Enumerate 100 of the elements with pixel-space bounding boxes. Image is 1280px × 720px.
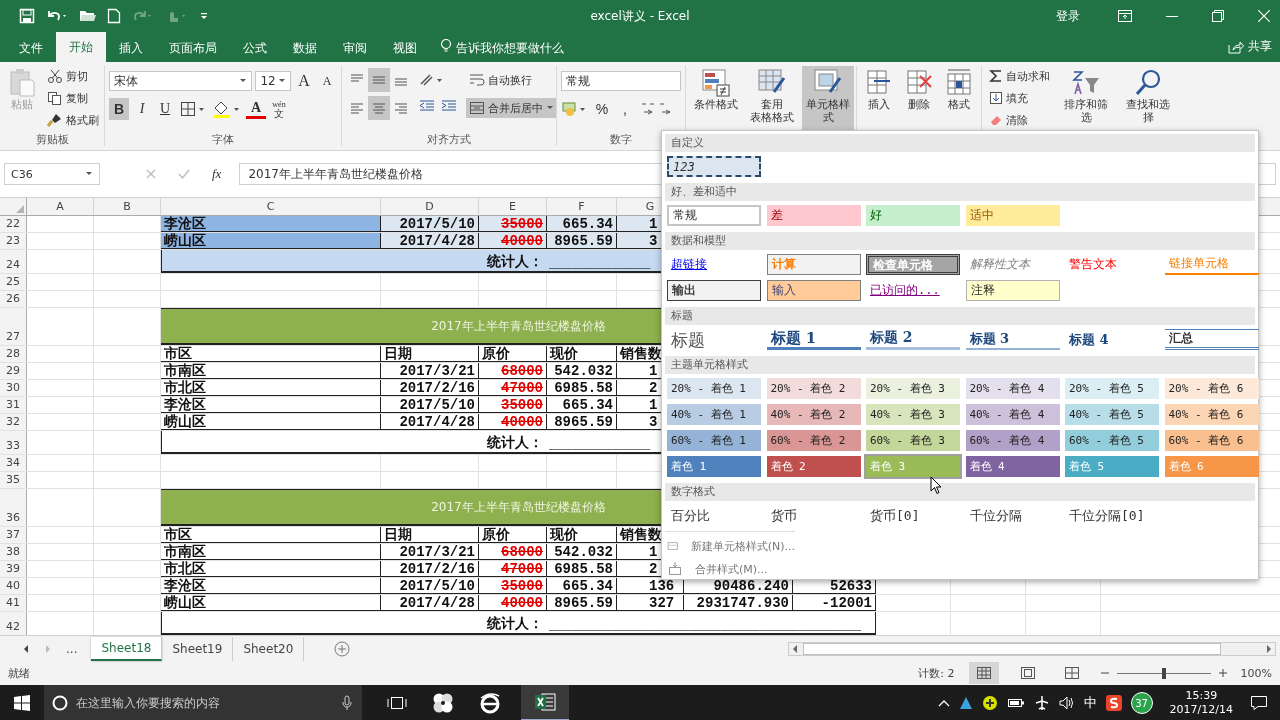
row-header[interactable]: 38: [0, 544, 27, 560]
zoom-level[interactable]: 100%: [1240, 666, 1272, 680]
bold-button[interactable]: B: [109, 98, 129, 120]
cells-button[interactable]: 格式: [941, 66, 977, 113]
insert-function-button[interactable]: fx: [212, 166, 222, 182]
shrink-font-button[interactable]: A: [317, 70, 337, 92]
cell-style-swatch[interactable]: 60% - 着色 6: [1164, 430, 1259, 451]
cells-button[interactable]: 删除: [901, 66, 937, 113]
ribbon-tab[interactable]: 公式: [230, 34, 280, 62]
row-header[interactable]: 40: [0, 578, 27, 594]
merge-center-button[interactable]: 合并后居中: [466, 98, 557, 118]
row-header[interactable]: 30: [0, 380, 27, 396]
column-header[interactable]: A: [27, 198, 94, 215]
pinwheel-icon[interactable]: [432, 692, 454, 714]
cell-style-swatch[interactable]: 40% - 着色 1: [667, 404, 761, 425]
close-icon[interactable]: [1258, 10, 1270, 22]
column-header[interactable]: D: [381, 198, 479, 215]
cell-style-swatch[interactable]: 着色 1: [667, 456, 761, 477]
cells-button[interactable]: 插入: [861, 66, 897, 113]
ribbon-tab[interactable]: 视图: [380, 34, 430, 62]
sheet-tab[interactable]: Sheet19: [162, 636, 234, 661]
ribbon-tab[interactable]: 插入: [106, 34, 156, 62]
column-header[interactable]: F: [547, 198, 617, 215]
view-button[interactable]: [968, 662, 999, 684]
grow-font-button[interactable]: A: [294, 70, 314, 92]
font-color-button[interactable]: A: [246, 99, 266, 119]
row-header[interactable]: 42: [0, 612, 27, 635]
italic-button[interactable]: I: [132, 98, 152, 120]
cell-style-swatch[interactable]: 着色 2: [766, 456, 861, 477]
taskbar-app-button[interactable]: [521, 685, 569, 720]
ribbon-tab[interactable]: 数据: [280, 34, 330, 62]
cell-style-swatch[interactable]: 注释: [965, 280, 1060, 301]
tell-me-field[interactable]: 告诉我你想要做什么: [456, 34, 564, 62]
cell-style-swatch[interactable]: 好: [866, 205, 960, 226]
row-header[interactable]: 28: [0, 346, 27, 362]
ribbon-display-options-icon[interactable]: [1118, 10, 1132, 22]
row-header[interactable]: 33: [0, 431, 27, 454]
number-format-field[interactable]: 常规: [561, 71, 681, 91]
cell-style-swatch[interactable]: 60% - 着色 5: [1065, 430, 1159, 451]
slider-thumb[interactable]: [1161, 667, 1166, 679]
cell-style-swatch[interactable]: 输入: [766, 280, 861, 301]
comma-button[interactable]: ,: [615, 98, 635, 120]
sign-in-link[interactable]: 登录: [1056, 7, 1080, 25]
cell-style-swatch[interactable]: 40% - 着色 2: [766, 404, 861, 425]
row-header[interactable]: 29: [0, 363, 27, 379]
copy-button[interactable]: 复制: [44, 88, 102, 108]
underline-button[interactable]: U: [155, 98, 175, 120]
s-logo-icon[interactable]: [1105, 695, 1122, 711]
clock-time[interactable]: 15:39: [1185, 689, 1218, 703]
more-sheets-button[interactable]: ...: [66, 641, 78, 656]
airplane-icon[interactable]: [1033, 695, 1050, 711]
find-select-button[interactable]: 查找和选择: [1119, 66, 1177, 126]
browser-icon[interactable]: [479, 692, 501, 714]
task-view-icon[interactable]: [387, 695, 407, 711]
sheet-tab[interactable]: Sheet18: [91, 636, 163, 661]
row-header[interactable]: 34: [0, 455, 27, 471]
cell-style-swatch[interactable]: 输出: [667, 280, 761, 301]
row-header[interactable]: 27: [0, 308, 27, 345]
horizontal-scrollbar[interactable]: [788, 641, 1276, 656]
row-header[interactable]: 41: [0, 595, 27, 611]
sort-filter-button[interactable]: 排序和筛选: [1057, 66, 1115, 126]
microphone-icon[interactable]: [342, 695, 352, 711]
cell-style-swatch[interactable]: 20% - 着色 1: [667, 378, 761, 399]
clear-button[interactable]: 清除: [986, 110, 1053, 130]
cell-style-swatch[interactable]: 着色 4: [965, 456, 1060, 477]
cell-style-swatch[interactable]: 适中: [965, 205, 1060, 226]
cell-style-swatch[interactable]: 20% - 着色 4: [965, 378, 1060, 399]
windows-logo-icon[interactable]: [14, 695, 30, 711]
scroll-right-icon[interactable]: [1265, 643, 1273, 654]
font-name-field[interactable]: 宋体: [109, 71, 253, 91]
folder-icon[interactable]: [79, 8, 97, 24]
action-center-icon[interactable]: [1250, 695, 1268, 711]
wrap-text-button[interactable]: 自动换行: [466, 70, 557, 90]
name-box[interactable]: C36: [4, 163, 100, 185]
volume-icon[interactable]: [1058, 696, 1075, 710]
show-hidden-icons-icon[interactable]: [937, 699, 950, 707]
percent-button[interactable]: %: [592, 98, 612, 120]
battery-icon[interactable]: [1006, 697, 1025, 709]
scrollbar-thumb[interactable]: [803, 642, 1221, 655]
row-header[interactable]: 22: [0, 216, 27, 232]
cell-style-swatch[interactable]: 20% - 着色 2: [766, 378, 861, 399]
fill-button[interactable]: 填充: [986, 88, 1053, 108]
cell-style-swatch[interactable]: 123: [667, 156, 761, 177]
row-header[interactable]: 35: [0, 472, 27, 488]
clock-date[interactable]: 2017/12/14: [1169, 703, 1233, 717]
autosum-button[interactable]: 自动求和: [986, 66, 1053, 86]
phonetic-button[interactable]: wén 文: [269, 98, 289, 120]
save-icon[interactable]: [19, 8, 35, 24]
column-header[interactable]: B: [94, 198, 161, 215]
new-document-icon[interactable]: [107, 8, 121, 24]
row-header[interactable]: 31: [0, 397, 27, 413]
cell-style-swatch[interactable]: 40% - 着色 6: [1164, 404, 1259, 425]
taskbar-search-field[interactable]: 在这里输入你要搜索的内容: [44, 685, 362, 720]
row-header[interactable]: 36: [0, 489, 27, 526]
sheet-tab[interactable]: Sheet20: [233, 636, 305, 661]
add-sheet-icon[interactable]: [334, 640, 351, 657]
cell-style-swatch[interactable]: 常规: [667, 205, 761, 226]
ribbon-tab[interactable]: 文件: [6, 34, 56, 62]
column-header[interactable]: E: [479, 198, 547, 215]
row-header[interactable]: 32: [0, 414, 27, 430]
